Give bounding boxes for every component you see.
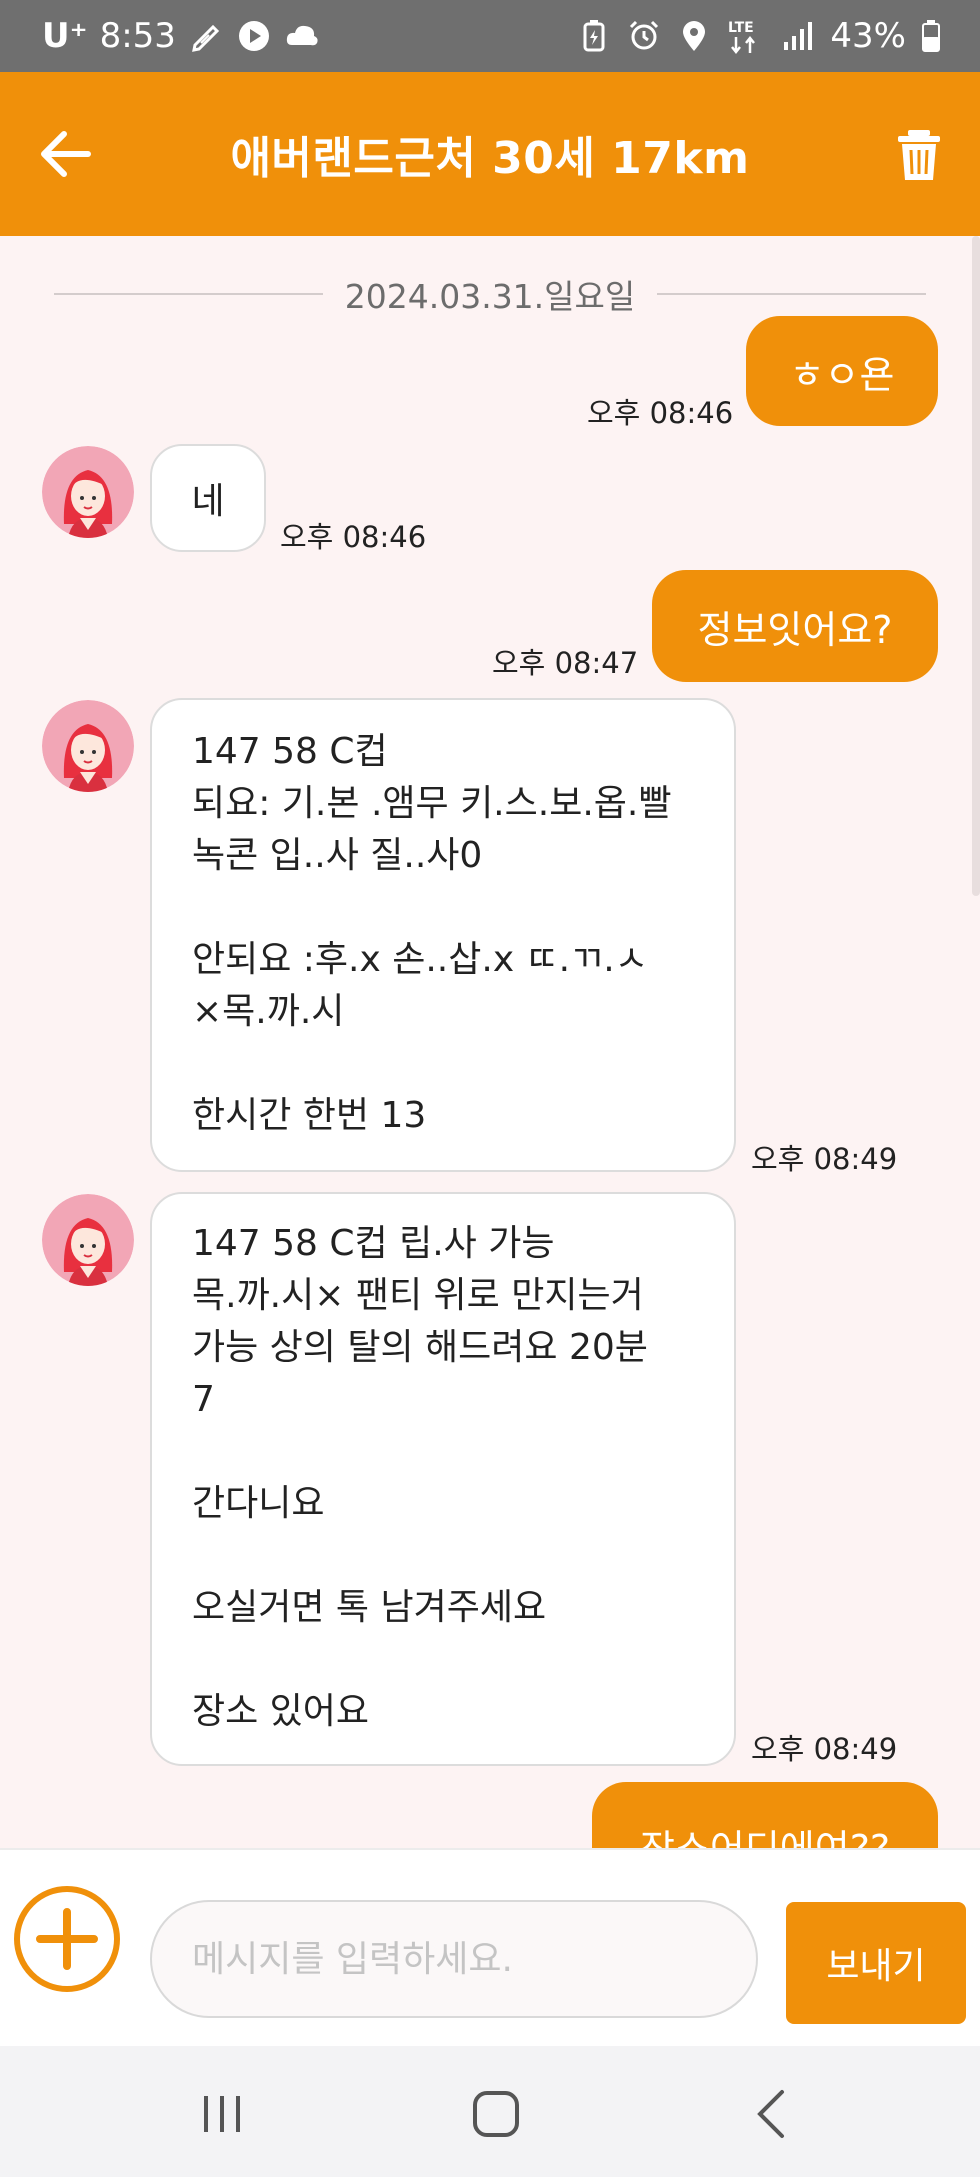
message-text: 네: [191, 481, 225, 522]
play-icon: [236, 18, 272, 54]
date-separator: 2024.03.31.일요일: [0, 256, 980, 316]
avatar[interactable]: [42, 446, 134, 538]
outgoing-message-bubble[interactable]: 정보잇어요?: [652, 570, 938, 682]
plus-circle-icon[interactable]: [12, 1884, 122, 1994]
alarm-icon: [626, 18, 662, 54]
message-time: 오후 08:49: [751, 1732, 898, 1766]
battery-icon: [920, 18, 942, 54]
status-time: 8:53: [99, 16, 176, 56]
message-input[interactable]: [150, 1900, 758, 2018]
incoming-message-bubble[interactable]: 147 58 C컵 립.사 가능 목.까.시× 팬티 위로 만지는거 가능 상의…: [150, 1192, 736, 1766]
message-text: ㅎㅇ욘: [789, 352, 895, 397]
chat-header: 애버랜드근처 30세 17km: [0, 72, 980, 236]
battery-percent: 43%: [830, 16, 906, 56]
message-time: 오후 08:47: [492, 646, 639, 680]
trash-icon[interactable]: [892, 128, 946, 182]
chat-title: 애버랜드근처 30세 17km: [230, 133, 750, 184]
message-time: 오후 08:49: [751, 1142, 898, 1176]
chat-messages-area[interactable]: 2024.03.31.일요일 ㅎㅇ욘 오후 08:46 네 오후 08:46 정…: [0, 236, 980, 1848]
message-text: 147 58 C컵 되요: 기.본 .앰무 키.스.보.옵.빨 녹콘 입..사 …: [192, 731, 672, 1136]
incoming-message-bubble[interactable]: 네: [150, 444, 266, 552]
svg-text:LTE: LTE: [728, 20, 754, 36]
back-icon[interactable]: [742, 2084, 802, 2144]
signal-icon: [780, 18, 816, 54]
lte-icon: LTE: [726, 18, 766, 55]
status-bar: U⁺ 8:53 LTE 43%: [0, 0, 980, 72]
cloud-icon: [284, 18, 320, 54]
send-button[interactable]: 보내기: [786, 1902, 966, 2024]
outgoing-message-bubble[interactable]: 장소어디에여??: [592, 1782, 938, 1848]
scrollbar[interactable]: [972, 236, 980, 896]
battery-saver-icon: [576, 18, 612, 54]
message-text: 정보잇어요?: [697, 607, 893, 652]
avatar[interactable]: [42, 700, 134, 792]
home-icon[interactable]: [466, 2084, 526, 2144]
message-input-bar: 보내기: [0, 1848, 980, 2046]
recent-apps-icon[interactable]: [192, 2084, 252, 2144]
date-label: 2024.03.31.일요일: [322, 277, 658, 316]
avatar[interactable]: [42, 1194, 134, 1286]
incoming-message-bubble[interactable]: 147 58 C컵 되요: 기.본 .앰무 키.스.보.옵.빨 녹콘 입..사 …: [150, 698, 736, 1172]
location-icon: [676, 18, 712, 54]
pencil-icon: [188, 18, 224, 54]
message-text: 장소어디에여??: [640, 1818, 890, 1848]
message-time: 오후 08:46: [587, 396, 734, 430]
outgoing-message-bubble[interactable]: ㅎㅇ욘: [746, 316, 938, 426]
message-text: 147 58 C컵 립.사 가능 목.까.시× 팬티 위로 만지는거 가능 상의…: [192, 1223, 648, 1732]
system-nav-bar: [0, 2046, 980, 2177]
carrier-label: U⁺: [42, 16, 88, 56]
message-time: 오후 08:46: [280, 520, 427, 554]
